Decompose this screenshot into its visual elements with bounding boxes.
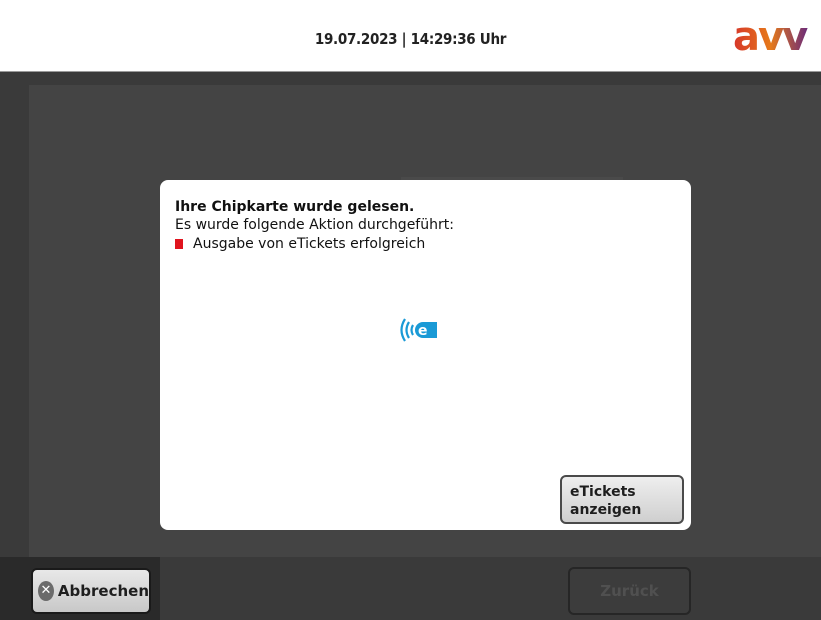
action-result-item: Ausgabe von eTickets erfolgreich <box>175 236 425 252</box>
action-result-text: Ausgabe von eTickets erfolgreich <box>193 236 426 252</box>
cancel-button-label: Abbrechen <box>57 582 149 600</box>
cancel-button[interactable]: ✕ Abbrechen <box>31 568 151 614</box>
dialog-subtitle: Es wurde folgende Aktion durchgeführt: <box>175 217 454 233</box>
svg-text:e: e <box>418 323 428 339</box>
close-circle-icon: ✕ <box>38 581 54 601</box>
show-etickets-label-line2: anzeigen <box>570 502 642 518</box>
svg-text:avv: avv <box>733 14 808 58</box>
show-etickets-label-line1: eTickets <box>570 484 636 500</box>
dialog-title: Ihre Chipkarte wurde gelesen. <box>175 199 415 215</box>
datetime-display: 19.07.2023 | 14:29:36 Uhr <box>314 30 507 48</box>
avv-logo: avv <box>731 14 821 58</box>
back-button[interactable]: Zurück <box>568 567 691 615</box>
chipcard-result-dialog: Ihre Chipkarte wurde gelesen. Es wurde f… <box>160 180 691 530</box>
show-etickets-button[interactable]: eTickets anzeigen <box>560 475 684 524</box>
header-bar: 19.07.2023 | 14:29:36 Uhr avv <box>0 0 821 72</box>
red-bullet-icon <box>175 239 183 249</box>
eticket-contactless-icon: e <box>397 316 439 344</box>
